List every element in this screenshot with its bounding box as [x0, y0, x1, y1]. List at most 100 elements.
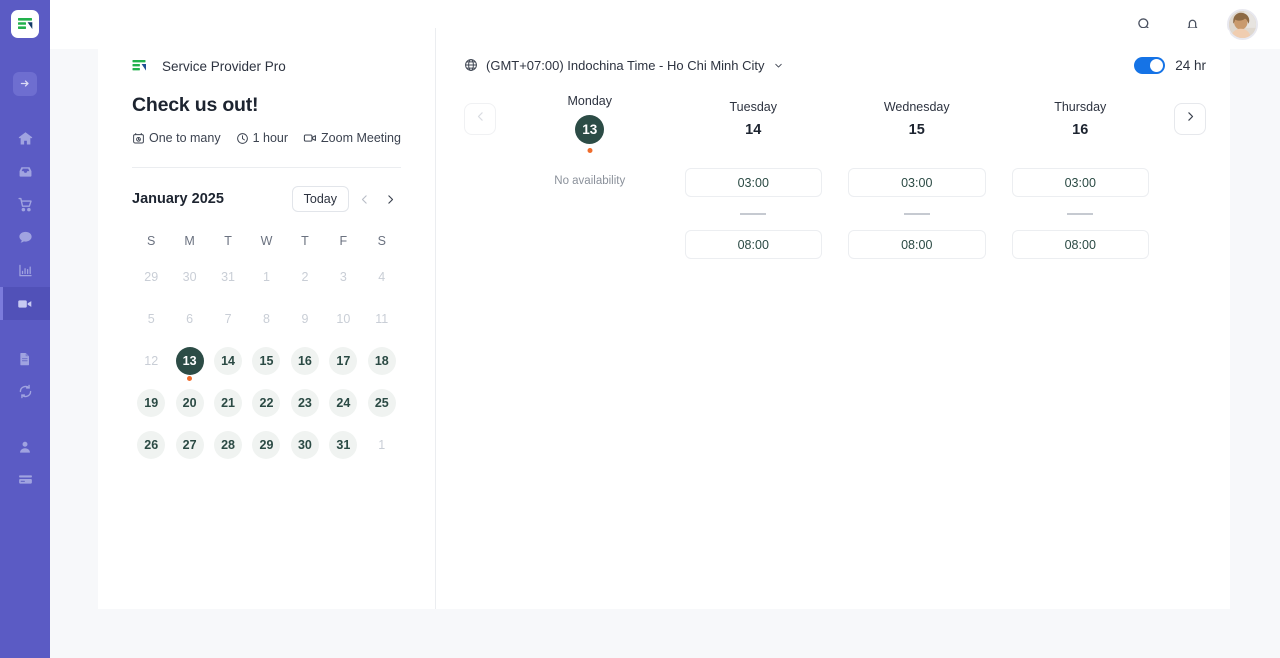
sidebar-item-store[interactable]: [0, 188, 50, 221]
sidebar-item-collapse[interactable]: [0, 67, 50, 100]
calendar-day: 7: [224, 312, 232, 326]
brand-row: Service Provider Pro: [132, 58, 401, 75]
calendar-day[interactable]: 22: [252, 389, 281, 417]
calendar-day: 1: [378, 438, 386, 452]
calendar-nav: Today: [291, 186, 401, 212]
shopping-cart-icon: [17, 196, 34, 213]
day-number[interactable]: 16: [1072, 122, 1088, 138]
calendar-day-cell[interactable]: 30: [286, 424, 324, 466]
calendar-day-cell[interactable]: 29: [247, 424, 285, 466]
meta-duration: 1 hour: [236, 131, 288, 145]
calendar-day[interactable]: 31: [329, 431, 358, 459]
globe-icon: [464, 58, 478, 72]
calendar-day-cell[interactable]: 23: [286, 382, 324, 424]
user-avatar[interactable]: [1227, 9, 1258, 40]
prev-week-cell: [464, 103, 508, 135]
slot-separator: [1012, 197, 1150, 230]
sidebar-item-home[interactable]: [0, 122, 50, 155]
calendar-day-cell[interactable]: 31: [324, 424, 362, 466]
calendar-day-cell[interactable]: 16: [286, 340, 324, 382]
calendar-day[interactable]: 26: [137, 431, 166, 459]
calendar-day[interactable]: 13: [175, 347, 204, 375]
calendar-day: 10: [336, 312, 351, 326]
calendar-day[interactable]: 18: [367, 347, 396, 375]
hour-format-toggle[interactable]: [1134, 56, 1166, 74]
calendar-day[interactable]: 17: [329, 347, 358, 375]
calendar-day-cell[interactable]: 22: [247, 382, 285, 424]
day-number-wrap[interactable]: 14: [745, 122, 761, 138]
calendar-day-initials: SMTWTFS: [132, 226, 401, 256]
one-to-many-icon: [132, 132, 145, 145]
calendar-prev-month-icon[interactable]: [353, 188, 375, 210]
sidebar-item-inbox[interactable]: [0, 155, 50, 188]
video-camera-icon: [16, 295, 34, 313]
time-slot-button[interactable]: 08:00: [848, 230, 986, 259]
sidebar-item-contacts[interactable]: [0, 430, 50, 463]
time-slot-button[interactable]: 08:00: [1011, 230, 1149, 259]
timezone-selector[interactable]: (GMT+07:00) Indochina Time - Ho Chi Minh…: [464, 58, 784, 73]
calendar-day[interactable]: 16: [290, 347, 319, 375]
slot-column: No availability: [508, 168, 672, 259]
calendar-day[interactable]: 15: [252, 347, 281, 375]
document-icon: [17, 351, 33, 367]
sidebar-item-analytics[interactable]: [0, 254, 50, 287]
calendar-day-cell[interactable]: 28: [209, 424, 247, 466]
calendar-day[interactable]: 27: [175, 431, 204, 459]
day-column-header: Thursday 16: [999, 100, 1163, 139]
day-number-selected[interactable]: 13: [575, 115, 605, 144]
calendar-day-cell: 10: [324, 298, 362, 340]
calendar-day-cell[interactable]: 13: [170, 340, 208, 382]
time-slot-button[interactable]: 03:00: [684, 168, 822, 197]
next-week-button[interactable]: [1174, 103, 1206, 135]
sidebar-item-documents[interactable]: [0, 342, 50, 375]
calendar-day[interactable]: 28: [214, 431, 243, 459]
calendar-day-cell[interactable]: 19: [132, 382, 170, 424]
calendar-day-cell[interactable]: 18: [363, 340, 401, 382]
day-number[interactable]: 15: [909, 122, 925, 138]
calendar-day[interactable]: 20: [175, 389, 204, 417]
sidebar-item-meetings[interactable]: [0, 287, 50, 320]
time-slot-button[interactable]: 03:00: [1011, 168, 1149, 197]
day-number[interactable]: 14: [745, 122, 761, 138]
calendar-day-cell: 1: [363, 424, 401, 466]
calendar-day[interactable]: 14: [214, 347, 243, 375]
calendar-day-cell[interactable]: 17: [324, 340, 362, 382]
calendar-next-month-icon[interactable]: [379, 188, 401, 210]
calendar-day: 4: [378, 270, 386, 284]
calendar-day-cell[interactable]: 21: [209, 382, 247, 424]
calendar-day-cell[interactable]: 20: [170, 382, 208, 424]
calendar-day-cell[interactable]: 14: [209, 340, 247, 382]
slot-separator: [685, 197, 823, 230]
calendar-day[interactable]: 19: [137, 389, 166, 417]
day-number-wrap[interactable]: 16: [1072, 122, 1088, 138]
calendar-day-cell: 7: [209, 298, 247, 340]
calendar-day[interactable]: 23: [290, 389, 319, 417]
day-number-wrap[interactable]: 13: [575, 115, 605, 153]
calendar-day-cell: 3: [324, 256, 362, 298]
sidebar-item-billing[interactable]: [0, 463, 50, 496]
calendar-day: 9: [301, 312, 309, 326]
day-number-wrap[interactable]: 15: [909, 122, 925, 138]
calendar-day-cell[interactable]: 25: [363, 382, 401, 424]
today-button[interactable]: Today: [291, 186, 349, 212]
person-icon: [17, 439, 33, 455]
calendar-day[interactable]: 21: [214, 389, 243, 417]
time-slot-button[interactable]: 03:00: [848, 168, 986, 197]
sidebar-item-sync[interactable]: [0, 375, 50, 408]
calendar-day-cell[interactable]: 26: [132, 424, 170, 466]
bar-chart-icon: [17, 262, 34, 279]
prev-week-button[interactable]: [464, 103, 496, 135]
calendar-day[interactable]: 24: [329, 389, 358, 417]
calendar-day[interactable]: 30: [290, 431, 319, 459]
calendar-day: 11: [375, 312, 389, 326]
calendar-day-cell[interactable]: 15: [247, 340, 285, 382]
calendar-day-cell[interactable]: 24: [324, 382, 362, 424]
calendar-day: 12: [144, 354, 159, 368]
app-logo-icon[interactable]: [11, 10, 39, 38]
calendar-day[interactable]: 29: [252, 431, 281, 459]
calendar-day[interactable]: 25: [367, 389, 396, 417]
calendar-day-cell[interactable]: 27: [170, 424, 208, 466]
time-slot-button[interactable]: 08:00: [684, 230, 822, 259]
sidebar-item-messages[interactable]: [0, 221, 50, 254]
time-slots-grid: No availability 03:00 08:00 03:00 08:00 03:00…: [464, 168, 1206, 259]
